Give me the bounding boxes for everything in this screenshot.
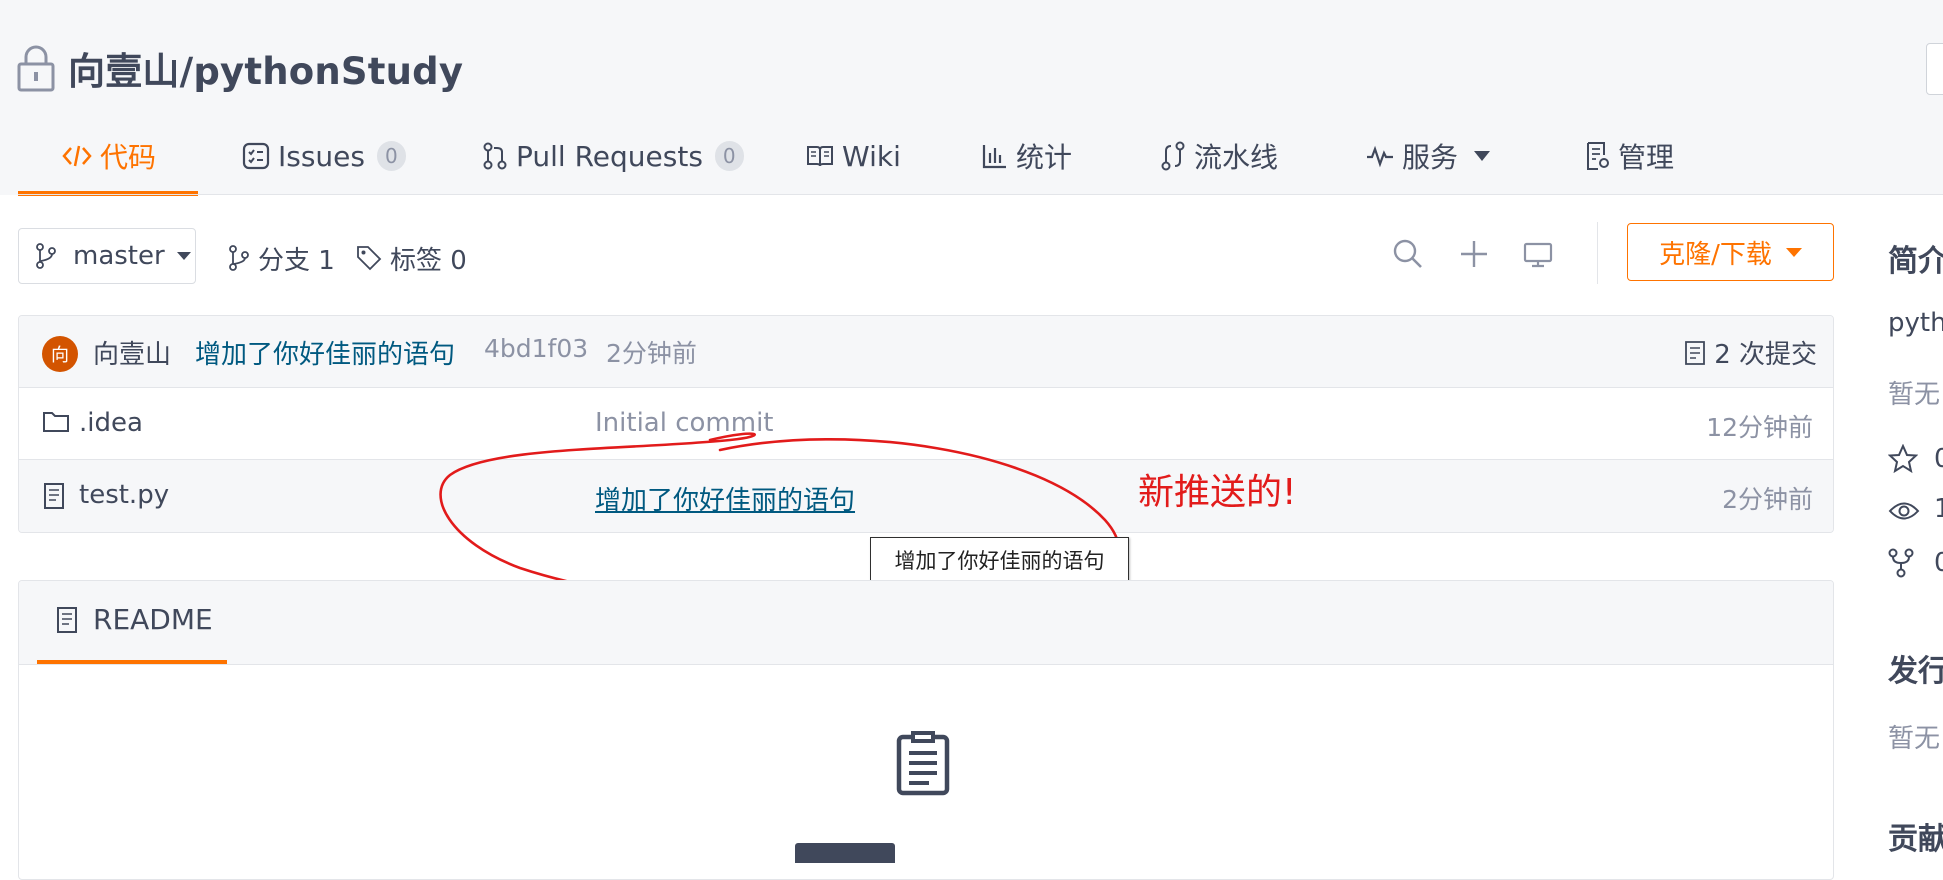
readme-icon: [57, 606, 77, 633]
settings-doc-icon: [1587, 142, 1609, 170]
chevron-down-icon: [1785, 247, 1802, 257]
folder-icon: [43, 412, 69, 432]
latest-commit-bar: 向 向壹山 增加了你好佳丽的语句 4bd1f03 2分钟前 2 次提交: [19, 316, 1833, 388]
tab-label: 代码: [100, 141, 157, 174]
bar-chart-icon: [982, 145, 1006, 169]
table-row[interactable]: test.py 增加了你好佳丽的语句 2分钟前: [19, 460, 1833, 532]
file-icon: [44, 483, 64, 509]
tags-label: 标签 0: [390, 245, 467, 276]
empty-readme-icon: [896, 731, 950, 796]
tab-code[interactable]: 代码: [62, 132, 156, 180]
file-commit-message[interactable]: Initial commit: [595, 408, 773, 438]
tab-pull-requests[interactable]: Pull Requests 0: [482, 132, 744, 180]
tab-label: Pull Requests: [516, 139, 703, 173]
commit-author[interactable]: 向壹山: [93, 334, 171, 371]
book-icon: [807, 146, 833, 167]
tab-label: Wiki: [842, 139, 901, 173]
file-commit-time: 12分钟前: [1706, 413, 1813, 442]
tab-issues[interactable]: Issues 0: [242, 132, 406, 180]
web-ide-icon[interactable]: [1520, 236, 1556, 272]
header-action-button[interactable]: [1926, 43, 1943, 95]
commit-sha[interactable]: 4bd1f03: [484, 334, 588, 363]
readme-empty-heading: [795, 843, 895, 863]
fork-count: 0: [1934, 548, 1943, 578]
file-list: 向 向壹山 增加了你好佳丽的语句 4bd1f03 2分钟前 2 次提交 .ide…: [18, 315, 1834, 533]
search-icon[interactable]: [1390, 236, 1426, 272]
chevron-down-icon: [1474, 151, 1491, 161]
tabs-divider: [18, 194, 1943, 195]
tab-manage[interactable]: 管理: [1584, 132, 1674, 180]
pipeline-icon: [1161, 141, 1185, 171]
issues-icon: [242, 142, 270, 170]
tag-icon: [357, 246, 382, 271]
tab-label: 流水线: [1194, 141, 1279, 174]
commit-time: 2分钟前: [606, 339, 697, 368]
sidebar-intro-heading: 简介: [1888, 244, 1943, 279]
readme-tab-indicator: [37, 660, 227, 664]
tab-label: 服务: [1402, 141, 1459, 174]
watch-icon[interactable]: [1888, 498, 1920, 524]
file-name[interactable]: .idea: [79, 408, 143, 438]
clone-download-button[interactable]: 克隆/下载: [1627, 223, 1834, 281]
star-icon[interactable]: [1888, 444, 1918, 474]
table-row[interactable]: .idea Initial commit 12分钟前: [19, 388, 1833, 460]
sidebar-release-text: 暂无: [1888, 724, 1941, 754]
fork-icon[interactable]: [1888, 548, 1914, 578]
avatar[interactable]: 向: [42, 336, 78, 372]
lock-icon: [17, 45, 55, 92]
star-count: 0: [1934, 444, 1943, 474]
readme-panel: README: [18, 580, 1834, 880]
tab-pipeline[interactable]: 流水线: [1160, 132, 1278, 180]
branches-label: 分支 1: [258, 245, 335, 276]
branch-icon: [229, 245, 249, 271]
branch-name: master: [73, 241, 165, 271]
branch-icon: [36, 243, 56, 269]
tab-readme[interactable]: README: [55, 603, 213, 636]
toolbar-divider: [1597, 222, 1598, 284]
sidebar-contributors-heading: 贡献: [1888, 822, 1943, 857]
file-commit-message[interactable]: 增加了你好佳丽的语句: [595, 480, 855, 517]
tab-label: Issues: [278, 139, 365, 173]
file-commit-time: 2分钟前: [1722, 485, 1813, 514]
clone-label: 克隆/下载: [1659, 239, 1772, 270]
tab-label: 管理: [1618, 141, 1675, 174]
sidebar-no-description: 暂无: [1888, 380, 1941, 410]
issues-count-badge: 0: [377, 141, 406, 171]
pull-requests-count-badge: 0: [714, 141, 744, 171]
repo-title: 向壹山/pythonStudy: [16, 40, 463, 96]
watch-count: 1: [1934, 494, 1943, 524]
sidebar-intro-text: pytho: [1888, 308, 1943, 338]
sidebar-release-heading: 发行: [1888, 654, 1943, 689]
commits-icon: [1685, 340, 1706, 365]
tab-statistics[interactable]: 统计: [982, 132, 1072, 180]
pull-request-icon: [483, 142, 507, 170]
readme-header: README: [19, 581, 1833, 665]
activity-icon: [1367, 145, 1393, 168]
readme-tab-label: README: [93, 603, 213, 636]
commits-count: 2 次提交: [1714, 340, 1817, 370]
add-icon[interactable]: [1456, 236, 1492, 272]
tab-label: 统计: [1016, 141, 1073, 174]
tooltip: 增加了你好佳丽的语句: [870, 537, 1129, 582]
chevron-down-icon: [176, 252, 191, 260]
tab-wiki[interactable]: Wiki: [806, 132, 901, 180]
branches-link[interactable]: 分支 1: [228, 238, 335, 278]
file-name[interactable]: test.py: [79, 480, 169, 510]
tags-link[interactable]: 标签 0: [356, 238, 467, 278]
commit-message-link[interactable]: 增加了你好佳丽的语句: [195, 334, 455, 371]
code-icon: [62, 145, 92, 167]
repo-full-name[interactable]: 向壹山/pythonStudy: [68, 41, 463, 95]
commits-count-link[interactable]: 2 次提交: [1684, 334, 1817, 371]
tab-services[interactable]: 服务: [1366, 132, 1491, 180]
branch-select[interactable]: master: [18, 228, 196, 284]
annotation-text: 新推送的!: [1138, 472, 1297, 513]
